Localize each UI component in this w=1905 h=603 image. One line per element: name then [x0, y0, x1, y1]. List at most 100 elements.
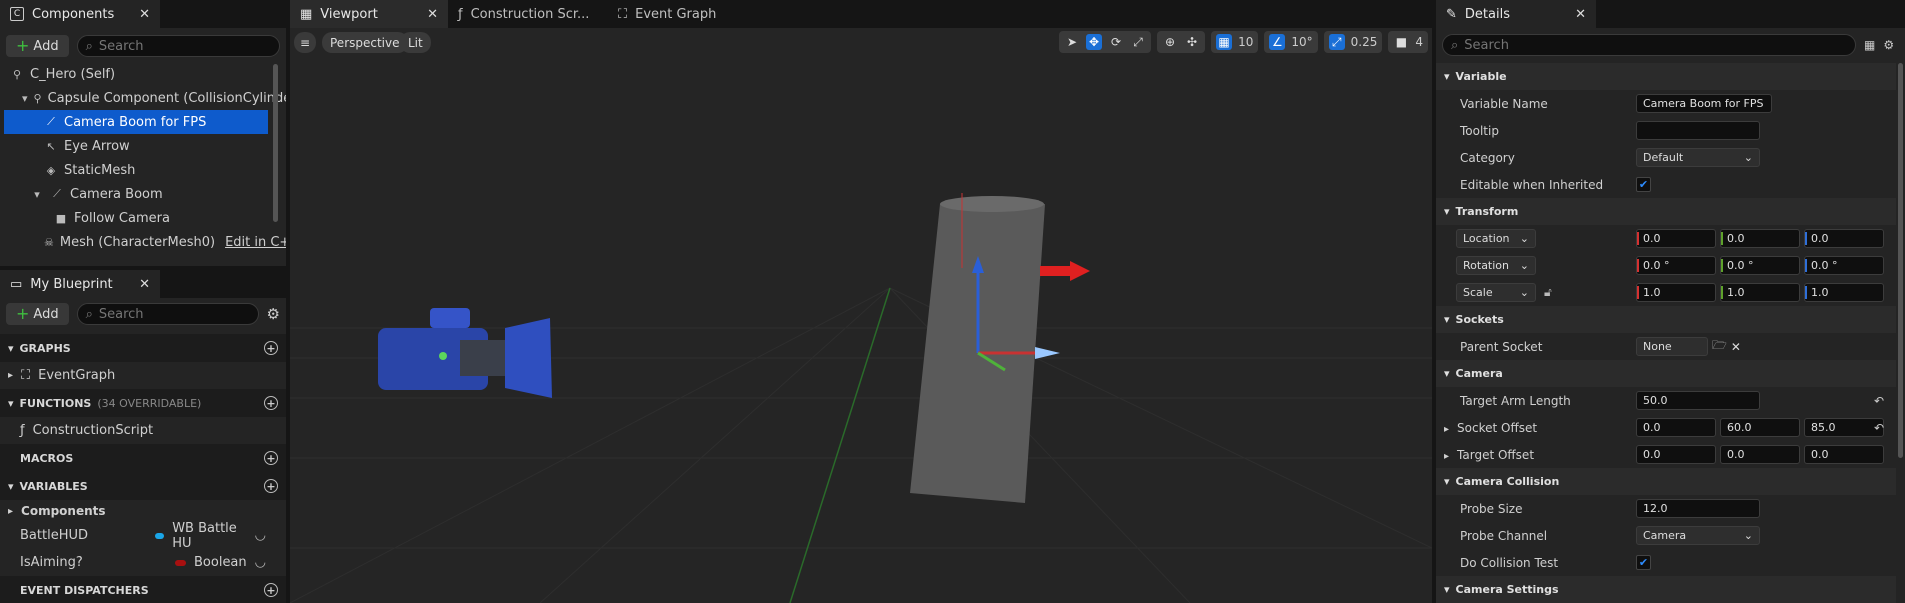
add-blueprint-button[interactable]: + Add [6, 303, 69, 325]
eye-icon[interactable]: ◡ [255, 555, 266, 570]
rotation-z[interactable]: 0.0 ° [1804, 256, 1884, 275]
probe-channel-dropdown[interactable]: Camera ⌄ [1636, 526, 1760, 545]
details-search[interactable]: ⌕ [1442, 34, 1856, 56]
rotation-x[interactable]: 0.0 ° [1636, 256, 1716, 275]
location-y[interactable]: 0.0 [1720, 229, 1800, 248]
add-dispatcher-icon[interactable]: + [264, 583, 278, 597]
do-collision-checkbox[interactable]: ✔ [1636, 555, 1651, 570]
lit-button[interactable]: Lit [400, 32, 431, 53]
components-search-input[interactable] [98, 38, 271, 54]
rotation-snap[interactable]: ∠ 10° [1264, 31, 1318, 53]
add-component-button[interactable]: + Add [6, 35, 69, 57]
transform-section[interactable]: ▾ Transform [1436, 198, 1896, 225]
chevron-right-icon[interactable]: ▸ [1444, 424, 1449, 435]
eye-icon[interactable]: ◡ [255, 528, 266, 543]
gear-icon[interactable]: ⚙ [1883, 38, 1894, 52]
chevron-right-icon[interactable]: ▸ [1444, 451, 1449, 462]
tree-item-self[interactable]: ⚲ C_Hero (Self) [4, 62, 268, 86]
socket-offset-z[interactable]: 85.0 [1804, 418, 1884, 437]
sockets-section[interactable]: ▾ Sockets [1436, 306, 1896, 333]
surface-snap-icon[interactable]: ✣ [1184, 34, 1200, 50]
rotation-dropdown[interactable]: Rotation ⌄ [1456, 256, 1536, 275]
tab-event-graph[interactable]: ⛶ Event Graph [608, 0, 738, 28]
graph-item-eventgraph[interactable]: ▸ ⛶ EventGraph [0, 362, 286, 389]
viewport[interactable]: ≡ Perspective Lit ➤ ✥ ⟳ ⤢ ⊕ ✣ ▦ 10 ∠ 10° ⤢… [290, 28, 1432, 603]
move-icon[interactable]: ✥ [1086, 34, 1103, 50]
add-graph-icon[interactable]: + [264, 341, 278, 355]
tree-item-capsule[interactable]: ▾ ⚲ Capsule Component (CollisionCylinde [4, 86, 286, 110]
category-dropdown[interactable]: Default ⌄ [1636, 148, 1760, 167]
location-x[interactable]: 0.0 [1636, 229, 1716, 248]
details-search-input[interactable] [1464, 37, 1847, 53]
location-z[interactable]: 0.0 [1804, 229, 1884, 248]
grid-snap[interactable]: ▦ 10 [1211, 31, 1259, 53]
tab-viewport[interactable]: ▦ Viewport ✕ [290, 0, 448, 28]
close-icon[interactable]: ✕ [1575, 7, 1586, 22]
socket-offset-x[interactable]: 0.0 [1636, 418, 1716, 437]
scale-x[interactable]: 1.0 [1636, 283, 1716, 302]
reset-icon[interactable]: ↶ [1874, 421, 1884, 435]
functions-section[interactable]: ▾ FUNCTIONS (34 OVERRIDABLE) + [0, 389, 286, 417]
macros-section[interactable]: MACROS + [0, 444, 286, 472]
tooltip-field[interactable] [1636, 121, 1760, 140]
gear-icon[interactable]: ⚙ [267, 305, 280, 323]
blueprint-search-input[interactable] [98, 306, 250, 322]
camera-section[interactable]: ▾ Camera [1436, 360, 1896, 387]
tab-my-blueprint[interactable]: ▭ My Blueprint ✕ [0, 270, 160, 298]
tree-item-follow-camera[interactable]: ■ Follow Camera [4, 206, 268, 230]
lock-icon[interactable]: 🔓︎ [1544, 285, 1552, 300]
parent-socket-field[interactable]: None [1636, 337, 1708, 356]
camera-collision-section[interactable]: ▾ Camera Collision [1436, 468, 1896, 495]
viewport-menu-button[interactable]: ≡ [294, 32, 316, 53]
editable-checkbox[interactable]: ✔ [1636, 177, 1651, 192]
rotate-icon[interactable]: ⟳ [1108, 34, 1124, 50]
tree-item-eye-arrow[interactable]: ↖ Eye Arrow [4, 134, 268, 158]
scale-z[interactable]: 1.0 [1804, 283, 1884, 302]
add-function-icon[interactable]: + [264, 396, 278, 410]
perspective-button[interactable]: Perspective [322, 32, 408, 53]
graphs-section[interactable]: ▾ GRAPHS + [0, 334, 286, 362]
components-scrollbar[interactable] [273, 64, 278, 222]
socket-offset-y[interactable]: 60.0 [1720, 418, 1800, 437]
close-icon[interactable]: ✕ [139, 7, 150, 22]
tree-item-camera-boom-fps[interactable]: ⟋ Camera Boom for FPS [4, 110, 268, 134]
clear-icon[interactable]: ✕ [1731, 340, 1741, 354]
details-scrollbar[interactable] [1898, 63, 1903, 458]
tree-item-mesh[interactable]: ☠ Mesh (CharacterMesh0) Edit in C+ [4, 230, 286, 254]
target-arm-field[interactable]: 50.0 [1636, 391, 1760, 410]
rotation-y[interactable]: 0.0 ° [1720, 256, 1800, 275]
add-macro-icon[interactable]: + [264, 451, 278, 465]
scale-snap[interactable]: ⤢ 0.25 [1323, 31, 1383, 53]
location-dropdown[interactable]: Location ⌄ [1456, 229, 1536, 248]
function-item-construction[interactable]: ƒ ConstructionScript [0, 417, 286, 444]
target-offset-x[interactable]: 0.0 [1636, 445, 1716, 464]
close-icon[interactable]: ✕ [139, 277, 150, 292]
scale-dropdown[interactable]: Scale ⌄ [1456, 283, 1536, 302]
target-offset-z[interactable]: 0.0 [1804, 445, 1884, 464]
components-category[interactable]: ▸ Components [0, 500, 286, 522]
edit-in-cpp-link[interactable]: Edit in C+ [225, 235, 286, 250]
tab-construction-script[interactable]: ƒ Construction Scr... [448, 0, 608, 28]
camera-speed[interactable]: ■ 4 [1388, 31, 1428, 53]
variable-section[interactable]: ▾ Variable [1436, 63, 1896, 90]
tree-item-camera-boom[interactable]: ▾ ⟋ Camera Boom [4, 182, 268, 206]
components-search[interactable]: ⌕ [76, 35, 280, 57]
add-variable-icon[interactable]: + [264, 479, 278, 493]
variable-item[interactable]: BattleHUD WB Battle HU ◡ [0, 521, 286, 551]
probe-size-field[interactable]: 12.0 [1636, 499, 1760, 518]
close-icon[interactable]: ✕ [427, 7, 438, 22]
camera-settings-section[interactable]: ▾ Camera Settings [1436, 576, 1896, 603]
scale-y[interactable]: 1.0 [1720, 283, 1800, 302]
table-view-icon[interactable]: ▦ [1864, 38, 1875, 52]
variables-section[interactable]: ▾ VARIABLES + [0, 472, 286, 500]
variable-item[interactable]: IsAiming? Boolean ◡ [0, 549, 286, 576]
tree-item-staticmesh[interactable]: ◈ StaticMesh [4, 158, 268, 182]
target-offset-y[interactable]: 0.0 [1720, 445, 1800, 464]
browse-icon[interactable]: 🗁︎ [1712, 336, 1727, 357]
tab-details[interactable]: ✎ Details ✕ [1436, 0, 1596, 28]
scale-icon[interactable]: ⤢ [1130, 34, 1146, 50]
select-icon[interactable]: ➤ [1064, 34, 1080, 50]
world-icon[interactable]: ⊕ [1162, 34, 1178, 50]
tab-components[interactable]: C Components ✕ [0, 0, 160, 28]
reset-icon[interactable]: ↶ [1874, 394, 1884, 408]
